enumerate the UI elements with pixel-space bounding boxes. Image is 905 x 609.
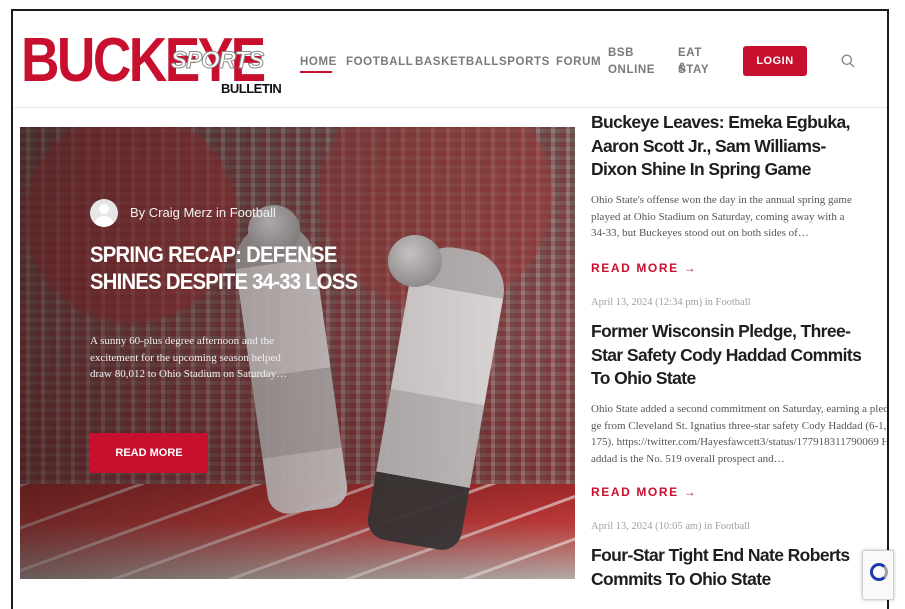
site-logo[interactable]: BUCKEYE SPORTS BULLETIN xyxy=(21,25,282,97)
nav-home[interactable]: HOME xyxy=(300,55,337,70)
header-divider xyxy=(13,107,887,108)
user-avatar-icon xyxy=(90,199,118,227)
read-more-link[interactable]: READ MORE → xyxy=(591,261,697,275)
nav-active-underline xyxy=(300,71,332,73)
article-excerpt: Ohio State added a second commitment on … xyxy=(591,403,889,465)
nav-eat-stay-line2[interactable]: STAY xyxy=(678,63,709,78)
article-excerpt: Ohio State's offense won the day in the … xyxy=(591,194,852,239)
hero-read-more-button[interactable]: READ MORE xyxy=(90,433,208,473)
recaptcha-icon[interactable] xyxy=(862,550,894,600)
logo-bulletin: BULLETIN xyxy=(221,81,282,96)
article-title[interactable]: Former Wisconsin Pledge, Three-Star Safe… xyxy=(591,320,866,391)
nav-bsb-online-line1[interactable]: BSB xyxy=(608,46,634,61)
read-more-link[interactable]: READ MORE → xyxy=(591,485,697,499)
browser-frame: BUCKEYE SPORTS BULLETIN HOME FOOTBALL BA… xyxy=(11,9,889,609)
nav-football[interactable]: FOOTBALL xyxy=(346,55,413,70)
article-title[interactable]: Buckeye Leaves: Emeka Egbuka, Aaron Scot… xyxy=(591,111,856,182)
article-title[interactable]: Four-Star Tight End Nate Roberts Commits… xyxy=(591,544,851,591)
hero-excerpt: A sunny 60-plus degree afternoon and the… xyxy=(90,335,288,380)
featured-story[interactable]: By Craig Merz in Football SPRING RECAP: … xyxy=(20,127,575,579)
nav-sports[interactable]: SPORTS xyxy=(499,55,550,70)
hero-byline[interactable]: By Craig Merz in Football xyxy=(130,205,276,220)
article-meta: April 13, 2024 (12:34 pm) in Football xyxy=(591,297,751,308)
logo-sports: SPORTS xyxy=(170,47,264,75)
nav-forum[interactable]: FORUM xyxy=(556,55,601,70)
search-icon[interactable] xyxy=(841,54,855,68)
login-button[interactable]: LOGIN xyxy=(743,46,807,76)
article-meta: April 13, 2024 (10:05 am) in Football xyxy=(591,521,750,532)
nav-basketball[interactable]: BASKETBALL xyxy=(415,55,499,70)
nav-bsb-online-line2[interactable]: ONLINE xyxy=(608,63,655,78)
hero-title[interactable]: SPRING RECAP: DEFENSE SHINES DESPITE 34-… xyxy=(90,241,366,295)
